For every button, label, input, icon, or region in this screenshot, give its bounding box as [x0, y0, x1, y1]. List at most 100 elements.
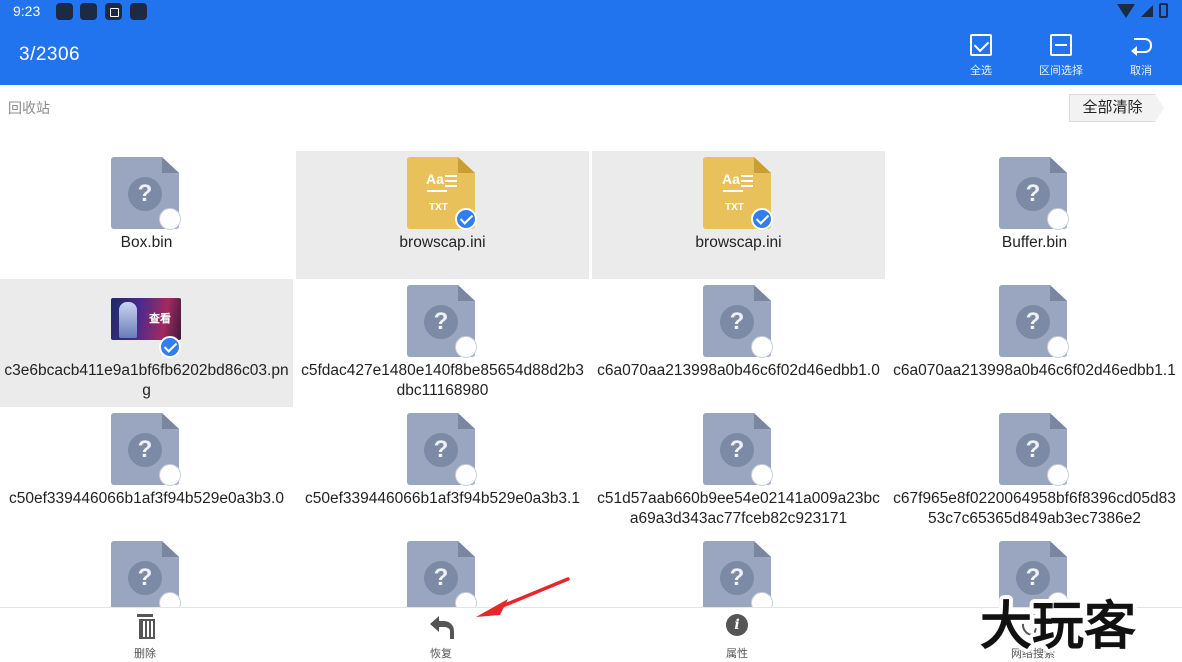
- file-item[interactable]: ? Buffer.bin: [888, 151, 1181, 279]
- txt-aa-glyph: Aa: [722, 171, 740, 187]
- restore-label: 恢复: [430, 648, 452, 660]
- system-indicators: [1117, 2, 1168, 18]
- unchecked-circle-icon[interactable]: [1047, 336, 1069, 358]
- file-thumbnail: Aa TXT: [703, 157, 773, 230]
- properties-button[interactable]: i 属性: [697, 612, 777, 660]
- file-name: Box.bin: [120, 234, 173, 251]
- file-item[interactable]: ? c51d57aab660b9ee54e02141a009a23bca69a3d…: [592, 407, 885, 535]
- file-thumbnail: ?: [999, 157, 1069, 230]
- file-thumbnail: ?: [999, 413, 1069, 486]
- file-item[interactable]: ? c67f965e8f0220064958bf6f8396cd05d8353c7…: [888, 407, 1181, 535]
- delete-button[interactable]: 删除: [105, 612, 185, 660]
- txt-tag: TXT: [725, 202, 744, 213]
- file-grid[interactable]: ? Box.bin Aa TXT browscap.ini Aa TXT browscap.i…: [0, 151, 1182, 607]
- file-thumbnail: ?: [111, 157, 181, 230]
- file-name: browscap.ini: [695, 234, 782, 251]
- image-thumbnail: 查看: [111, 298, 181, 340]
- file-thumbnail: ?: [703, 541, 773, 607]
- file-item[interactable]: 查看 c3e6bcacb411e9a1bf6fb6202bd86c03.png: [0, 279, 293, 407]
- file-item[interactable]: ?: [0, 535, 293, 607]
- unchecked-circle-icon[interactable]: [751, 592, 773, 607]
- range-select-label: 区间选择: [1039, 65, 1083, 77]
- question-mark-icon: ?: [1016, 433, 1050, 467]
- question-mark-icon: ?: [720, 561, 754, 595]
- restore-button[interactable]: 恢复: [401, 612, 481, 660]
- file-thumbnail: Aa TXT: [407, 157, 477, 230]
- file-name: c50ef339446066b1af3f94b529e0a3b3.0: [9, 490, 284, 507]
- range-select-icon: [1050, 34, 1072, 56]
- file-thumbnail: ?: [703, 285, 773, 358]
- battery-icon: [1159, 2, 1168, 18]
- trash-icon: [134, 614, 156, 639]
- question-mark-icon: ?: [1016, 177, 1050, 211]
- undo-icon: [1130, 34, 1152, 56]
- file-thumbnail: ?: [111, 413, 181, 486]
- file-name: c6a070aa213998a0b46c6f02d46edbb1.1: [893, 362, 1176, 379]
- delete-label: 删除: [134, 648, 156, 660]
- file-item[interactable]: ?: [592, 535, 885, 607]
- file-item[interactable]: ? c5fdac427e1480e140f8be85654d88d2b3dbc11…: [296, 279, 589, 407]
- question-mark-icon: ?: [128, 433, 162, 467]
- cancel-label: 取消: [1130, 65, 1152, 77]
- checked-circle-icon[interactable]: [751, 208, 773, 230]
- select-all-label: 全选: [970, 65, 992, 77]
- thumbnail-figure: [119, 302, 137, 338]
- file-item[interactable]: ? c6a070aa213998a0b46c6f02d46edbb1.0: [592, 279, 885, 407]
- file-name: c51d57aab660b9ee54e02141a009a23bca69a3d3…: [597, 490, 880, 527]
- info-icon: i: [726, 614, 748, 636]
- svg-text:大玩客: 大玩客: [980, 597, 1136, 657]
- annotation-arrow-icon: [476, 577, 570, 617]
- file-thumbnail: ?: [407, 413, 477, 486]
- file-item[interactable]: Aa TXT browscap.ini: [592, 151, 885, 279]
- question-mark-icon: ?: [720, 433, 754, 467]
- unchecked-circle-icon[interactable]: [455, 464, 477, 486]
- file-thumbnail: 查看: [111, 285, 181, 358]
- file-item[interactable]: ? c50ef339446066b1af3f94b529e0a3b3.1: [296, 407, 589, 535]
- unchecked-circle-icon[interactable]: [1047, 208, 1069, 230]
- file-thumbnail: ?: [407, 541, 477, 607]
- file-name: c3e6bcacb411e9a1bf6fb6202bd86c03.png: [4, 362, 289, 399]
- file-item[interactable]: Aa TXT browscap.ini: [296, 151, 589, 279]
- file-name: c5fdac427e1480e140f8be85654d88d2b3dbc111…: [301, 362, 584, 399]
- file-thumbnail: ?: [999, 285, 1069, 358]
- breadcrumb[interactable]: 回收站: [8, 98, 50, 118]
- signal-icon: [1141, 5, 1153, 17]
- txt-tag: TXT: [429, 202, 448, 213]
- unchecked-circle-icon[interactable]: [751, 336, 773, 358]
- txt-aa-glyph: Aa: [426, 171, 444, 187]
- select-all-button[interactable]: 全选: [946, 32, 1016, 78]
- file-item[interactable]: ? c6a070aa213998a0b46c6f02d46edbb1.1: [888, 279, 1181, 407]
- file-name: c50ef339446066b1af3f94b529e0a3b3.1: [305, 490, 580, 507]
- notification-icon: [80, 3, 97, 20]
- status-time: 9:23: [13, 3, 41, 19]
- txt-lines: [445, 175, 457, 177]
- unchecked-circle-icon[interactable]: [159, 592, 181, 607]
- thumbnail-caption: 查看: [149, 312, 171, 325]
- checked-circle-icon[interactable]: [159, 336, 181, 358]
- notification-icon: [56, 3, 73, 20]
- question-mark-icon: ?: [128, 177, 162, 211]
- cancel-button[interactable]: 取消: [1106, 32, 1176, 78]
- file-thumbnail: ?: [111, 541, 181, 607]
- clear-all-button[interactable]: 全部清除: [1069, 94, 1164, 122]
- file-thumbnail: ?: [407, 285, 477, 358]
- question-mark-icon: ?: [424, 433, 458, 467]
- file-name: Buffer.bin: [1001, 234, 1068, 251]
- unchecked-circle-icon[interactable]: [751, 464, 773, 486]
- file-item[interactable]: ? Box.bin: [0, 151, 293, 279]
- unchecked-circle-icon[interactable]: [159, 464, 181, 486]
- checked-circle-icon[interactable]: [455, 208, 477, 230]
- range-select-button[interactable]: 区间选择: [1026, 32, 1096, 78]
- unchecked-circle-icon[interactable]: [455, 336, 477, 358]
- watermark-logo: 大玩客 大玩客: [980, 593, 1140, 658]
- app-bar: 3/2306 全选 区间选择 取消: [0, 24, 1182, 85]
- file-name: c6a070aa213998a0b46c6f02d46edbb1.0: [597, 362, 880, 379]
- question-mark-icon: ?: [424, 561, 458, 595]
- txt-lines: [741, 175, 753, 177]
- file-item[interactable]: ? c50ef339446066b1af3f94b529e0a3b3.0: [0, 407, 293, 535]
- unchecked-circle-icon[interactable]: [159, 208, 181, 230]
- notification-icon: [105, 3, 122, 20]
- notification-icon: [130, 3, 147, 20]
- selection-count: 3/2306: [19, 44, 81, 65]
- unchecked-circle-icon[interactable]: [1047, 464, 1069, 486]
